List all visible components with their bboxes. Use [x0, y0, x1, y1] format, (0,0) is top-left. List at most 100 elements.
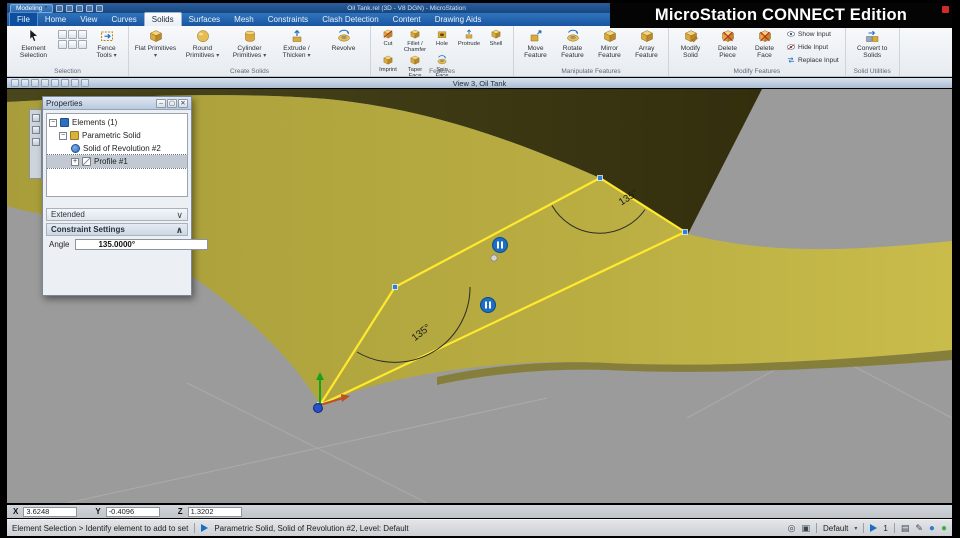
tab-content[interactable]: Content — [386, 13, 428, 26]
extrude-thicken-button[interactable]: Extrude / Thicken ▾ — [274, 28, 319, 66]
delete-face-button[interactable]: Delete Face — [747, 28, 782, 66]
rotate-feature-button[interactable]: Rotate Feature — [555, 28, 590, 66]
qat-icon[interactable] — [96, 5, 103, 12]
qat-icon[interactable] — [56, 5, 63, 12]
snap-mode-icon[interactable]: ◎ — [788, 523, 796, 533]
revolve-button[interactable]: Revolve — [321, 28, 366, 66]
properties-titlebar[interactable]: Properties – ▢ ✕ — [43, 97, 191, 110]
show-input-icon — [786, 29, 796, 39]
selection-count-icon — [870, 524, 877, 532]
cut-button[interactable]: Cut — [375, 28, 401, 53]
hide-input-icon — [786, 42, 796, 52]
replace-input-button[interactable]: Replace Input — [784, 54, 841, 66]
collapse-icon[interactable]: − — [59, 132, 67, 140]
selection-mode-icon[interactable] — [68, 40, 77, 49]
protrude-button[interactable]: Protrude — [456, 28, 482, 53]
selection-mode-icon[interactable] — [78, 30, 87, 39]
selection-mode-icon[interactable] — [68, 30, 77, 39]
save-status-icon[interactable]: ▤ — [901, 523, 910, 533]
tree-item-parametric-solid[interactable]: − Parametric Solid — [47, 129, 187, 142]
tree-item-elements[interactable]: − Elements (1) — [47, 116, 187, 129]
move-feature-button[interactable]: Move Feature — [518, 28, 553, 66]
status-message: Element Selection > Identify element to … — [12, 524, 188, 533]
flat-primitives-label: Flat Primitives — [135, 45, 176, 52]
qat-icon[interactable] — [66, 5, 73, 12]
dock-icon[interactable] — [32, 126, 40, 134]
flat-primitives-button[interactable]: Flat Primitives ▾ — [133, 28, 178, 66]
minimize-button[interactable]: – — [156, 99, 166, 108]
convert-to-solids-button[interactable]: Convert to Solids — [850, 28, 895, 66]
tab-constraints[interactable]: Constraints — [261, 13, 315, 26]
tool-settings-dock[interactable] — [29, 109, 42, 179]
group-solid-utilities: Convert to Solids Solid Utilities — [846, 26, 900, 76]
x-coordinate-input[interactable] — [23, 507, 77, 517]
round-primitives-button[interactable]: Round Primitives ▾ — [180, 28, 225, 66]
selection-mode-icon[interactable] — [58, 40, 67, 49]
delete-face-icon — [757, 28, 773, 44]
properties-dialog[interactable]: Properties – ▢ ✕ − Elements (1) − Parame… — [42, 96, 192, 296]
selection-mode-icon[interactable] — [78, 40, 87, 49]
show-input-button[interactable]: Show Input — [784, 28, 841, 40]
hide-input-button[interactable]: Hide Input — [784, 41, 841, 53]
tab-solids[interactable]: Solids — [144, 12, 182, 26]
extended-section-header[interactable]: Extended ∨ — [46, 208, 188, 221]
selection-mode-icon[interactable] — [58, 30, 67, 39]
selection-info: Parametric Solid, Solid of Revolution #2… — [214, 524, 408, 533]
fillet-chamfer-button[interactable]: Fillet / Chamfer — [402, 28, 428, 53]
lock-icon[interactable]: ▣ — [802, 523, 811, 533]
tab-clash-detection[interactable]: Clash Detection — [315, 13, 385, 26]
annotation-icon[interactable]: ✎ — [915, 523, 923, 533]
tree-item-profile[interactable]: + Profile #1 — [47, 155, 187, 168]
mirror-feature-button[interactable]: Mirror Feature — [592, 28, 627, 66]
z-axis-dot-icon — [314, 404, 323, 413]
tab-mesh[interactable]: Mesh — [227, 13, 261, 26]
tab-drawing-aids[interactable]: Drawing Aids — [428, 13, 489, 26]
view-titlebar[interactable]: View 3, Oil Tank — [7, 78, 952, 88]
dock-icon[interactable] — [32, 138, 40, 146]
dock-icon[interactable] — [32, 114, 40, 122]
tab-curves[interactable]: Curves — [104, 13, 143, 26]
delete-piece-button[interactable]: Delete Piece — [710, 28, 745, 66]
shell-button[interactable]: Shell — [483, 28, 509, 53]
element-tree[interactable]: − Elements (1) − Parametric Solid Solid … — [46, 113, 188, 197]
hole-label: Hole — [436, 41, 448, 53]
collapse-icon[interactable]: − — [49, 119, 57, 127]
selection-arrow-icon — [201, 524, 208, 532]
modify-solid-button[interactable]: Modify Solid — [673, 28, 708, 66]
separator — [894, 523, 895, 533]
delete-face-label: Delete Face — [747, 45, 782, 59]
tree-item-solid-of-revolution[interactable]: Solid of Revolution #2 — [47, 142, 187, 155]
health-status-icon[interactable]: ● — [941, 523, 947, 534]
group-create-solids: Flat Primitives ▾ Round Primitives ▾ Cyl… — [129, 26, 371, 76]
qat-icon[interactable] — [76, 5, 83, 12]
qat-icon[interactable] — [86, 5, 93, 12]
elements-icon — [60, 118, 69, 127]
group-label-utilities: Solid Utilities — [846, 68, 899, 75]
parallel-constraint-handle[interactable] — [493, 238, 508, 253]
expand-icon[interactable]: + — [71, 158, 79, 166]
array-feature-button[interactable]: Array Feature — [629, 28, 664, 66]
constraint-settings-header[interactable]: Constraint Settings ∧ — [46, 223, 188, 236]
active-level[interactable]: Default — [823, 524, 848, 533]
tab-file[interactable]: File — [9, 12, 38, 26]
tab-view[interactable]: View — [73, 13, 104, 26]
element-selection-button[interactable]: Element Selection — [11, 28, 56, 66]
angle-input[interactable] — [75, 239, 208, 250]
fence-tools-button[interactable]: Fence Tools ▾ — [89, 28, 124, 66]
z-coordinate-input[interactable] — [188, 507, 242, 517]
tab-home[interactable]: Home — [38, 13, 73, 26]
close-button[interactable]: ✕ — [178, 99, 188, 108]
maximize-button[interactable]: ▢ — [167, 99, 177, 108]
cylinder-primitives-button[interactable]: Cylinder Primitives ▾ — [227, 28, 272, 66]
connection-status-icon[interactable]: ● — [929, 523, 935, 534]
rotate-feature-icon — [565, 28, 581, 44]
keypoint-dot[interactable] — [491, 255, 497, 261]
hole-button[interactable]: Hole — [429, 28, 455, 53]
group-label-selection: Selection — [7, 68, 128, 75]
element-selection-label: Element Selection — [11, 45, 56, 59]
y-coordinate-input[interactable] — [106, 507, 160, 517]
hide-input-label: Hide Input — [798, 44, 828, 51]
parallel-constraint-handle[interactable] — [481, 298, 496, 313]
delete-piece-label: Delete Piece — [710, 45, 745, 59]
tab-surfaces[interactable]: Surfaces — [182, 13, 228, 26]
